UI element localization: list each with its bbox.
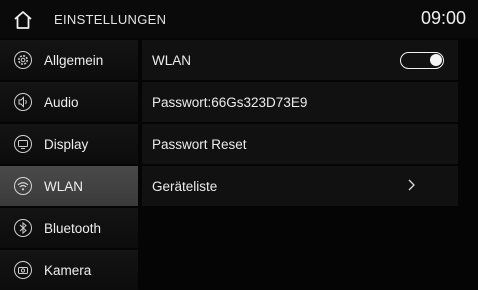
sidebar-item-allgemein[interactable]: Allgemein [0,40,138,80]
sidebar-item-label: Bluetooth [44,220,102,236]
home-icon [14,11,32,29]
wlan-toggle-label: WLAN [152,52,192,68]
device-list-row[interactable]: Geräteliste [142,166,458,206]
wlan-toggle-row[interactable]: WLAN [142,40,458,80]
sidebar-item-wlan[interactable]: WLAN [0,166,138,206]
home-button[interactable] [10,7,36,33]
speaker-icon [12,91,34,113]
gear-icon [12,49,34,71]
camera-icon [12,259,34,281]
password-reset-label: Passwort Reset [152,136,247,152]
password-row[interactable]: Passwort:66Gs323D73E9 [142,82,458,122]
sidebar-item-display[interactable]: Display [0,124,138,164]
password-label: Passwort:66Gs323D73E9 [152,94,308,110]
device-list-label: Geräteliste [152,178,218,194]
display-icon [12,133,34,155]
wlan-toggle-switch[interactable] [400,52,444,69]
sidebar: Allgemein Audio Display WLAN Bluetooth K… [0,40,138,290]
sidebar-item-kamera[interactable]: Kamera [0,250,138,290]
sidebar-item-label: Allgemein [44,52,104,68]
chevron-right-icon [408,179,415,191]
sidebar-item-bluetooth[interactable]: Bluetooth [0,208,138,248]
sidebar-item-audio[interactable]: Audio [0,82,138,122]
password-reset-row[interactable]: Passwort Reset [142,124,458,164]
clock: 09:00 [420,8,466,28]
sidebar-item-label: Audio [44,94,79,110]
sidebar-item-label: Display [44,136,89,152]
wifi-icon [12,175,34,197]
sidebar-item-label: Kamera [44,262,92,278]
bluetooth-icon [12,217,34,239]
page-title: EINSTELLUNGEN [54,12,167,27]
sidebar-item-label: WLAN [44,178,84,194]
top-bar: EINSTELLUNGEN 09:00 [0,0,478,38]
toggle-knob [430,54,442,66]
